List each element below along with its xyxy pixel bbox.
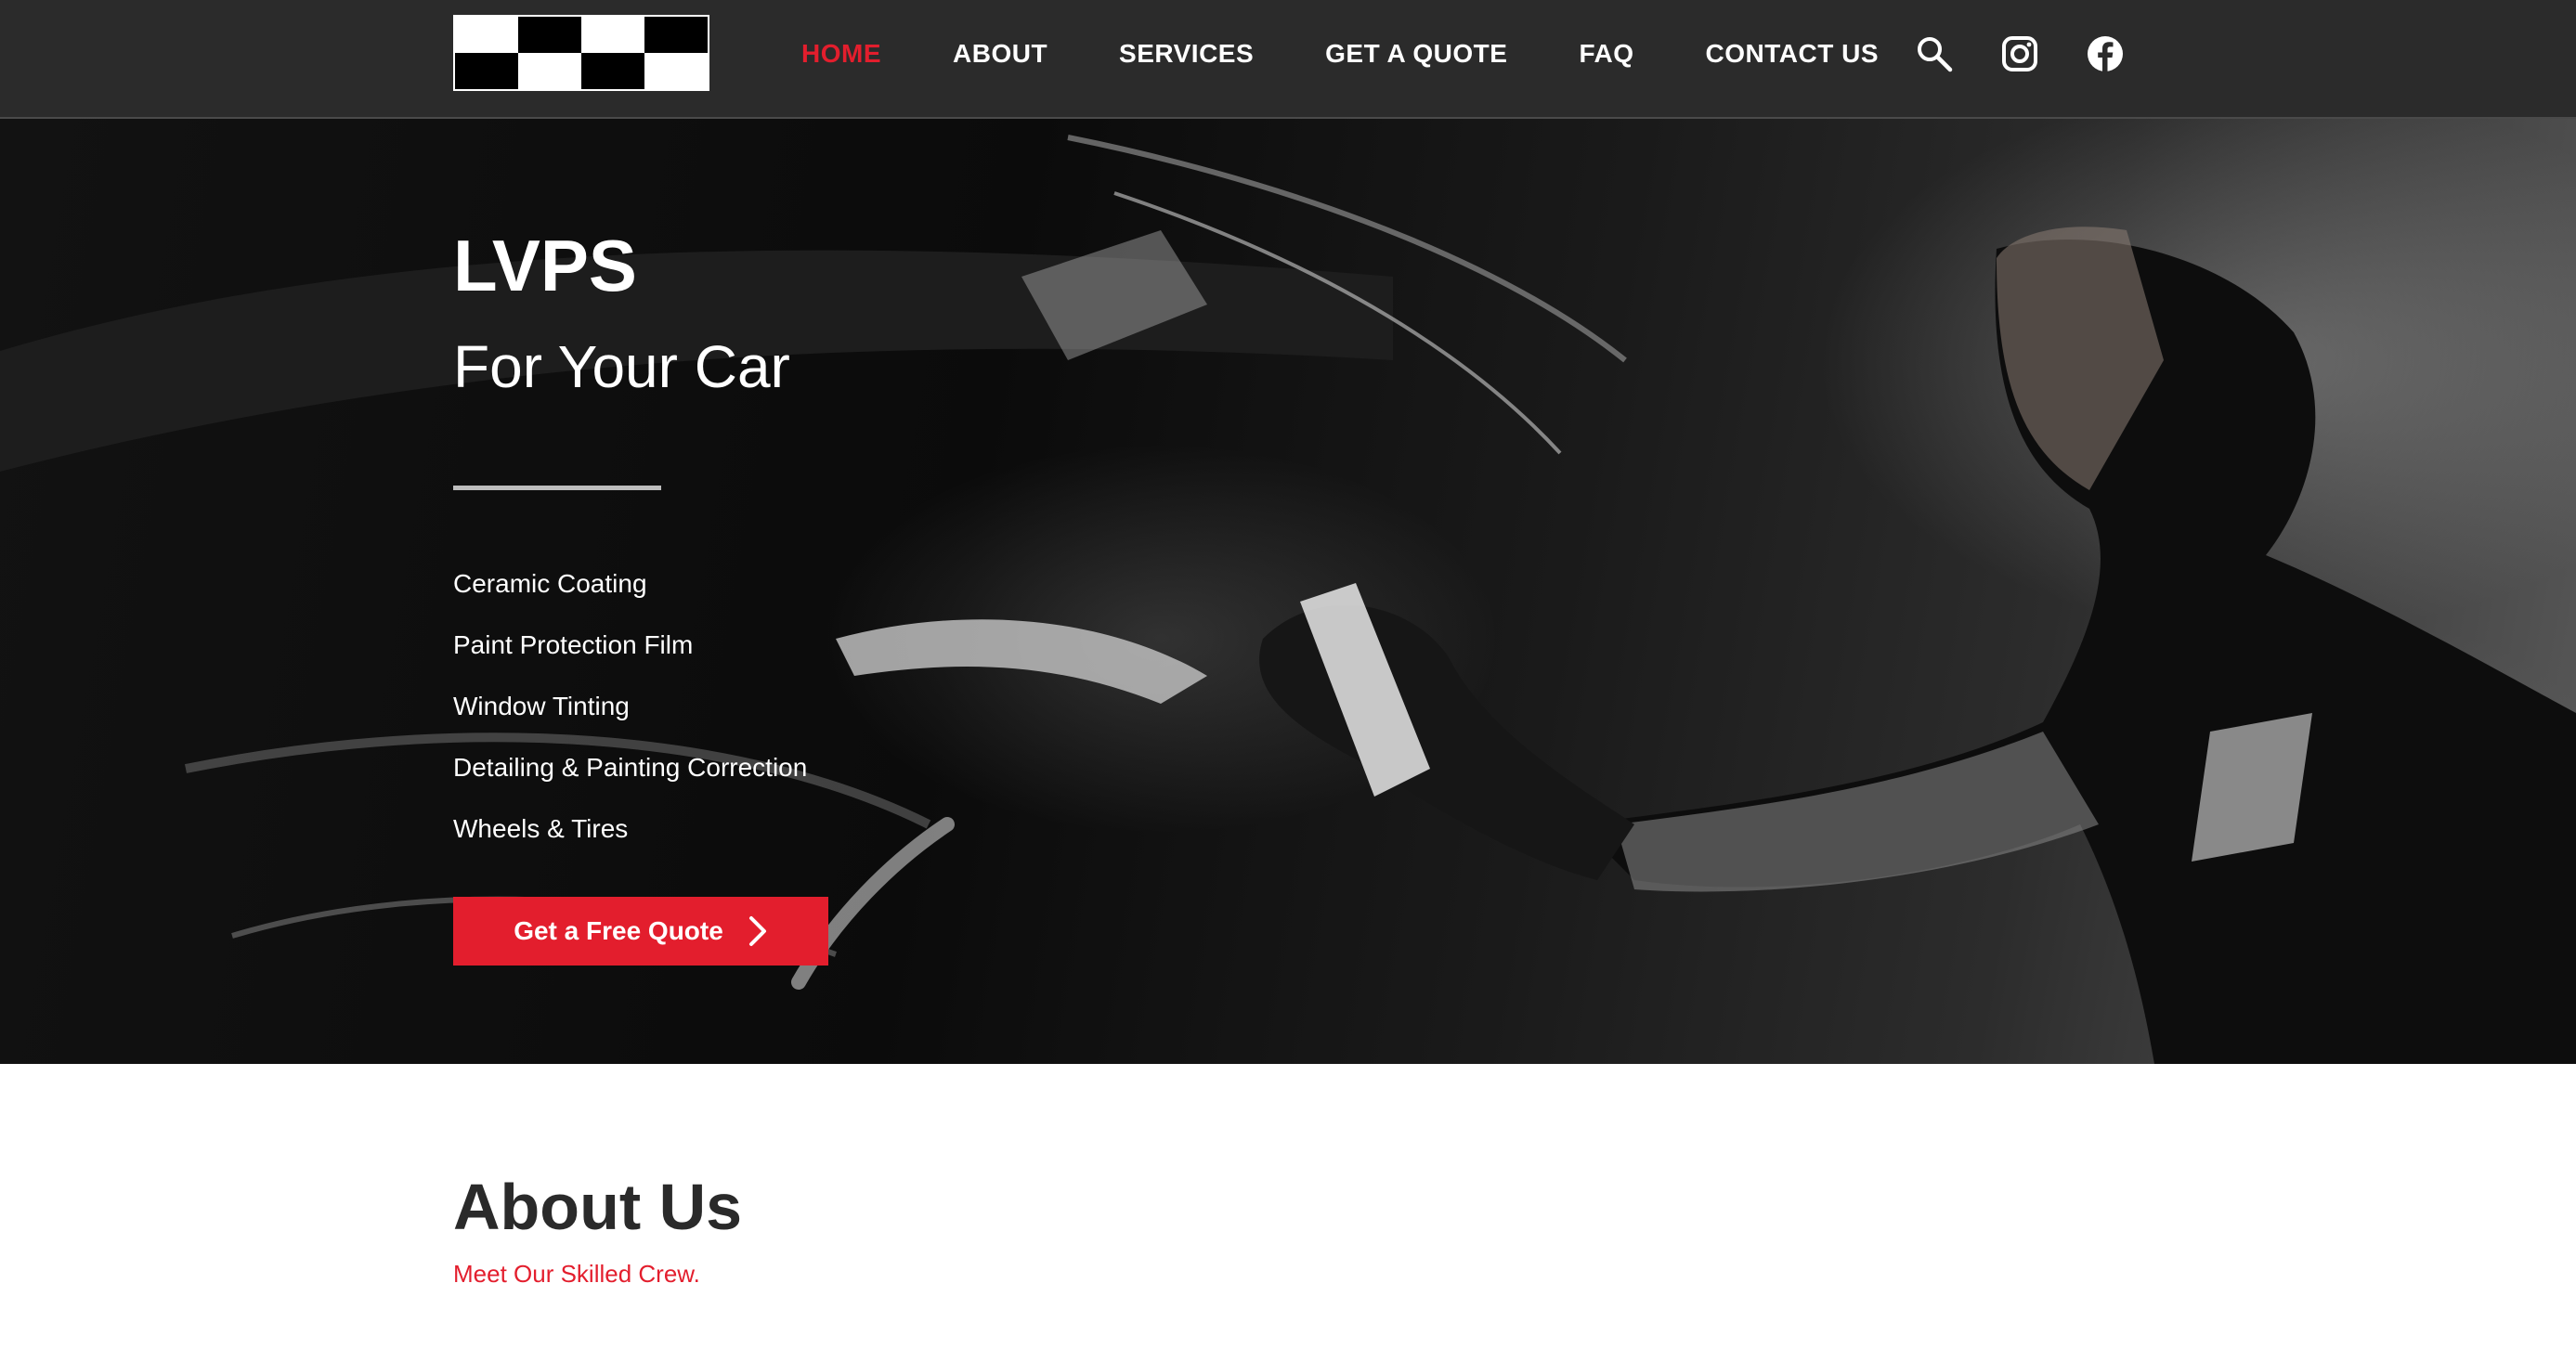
chevron-right-icon [748, 916, 766, 946]
hero-divider [453, 486, 661, 490]
hero-title: LVPS [453, 225, 637, 306]
site-header: HOME ABOUT SERVICES GET A QUOTE FAQ CONT… [0, 0, 2576, 119]
nav-services[interactable]: SERVICES [1119, 39, 1254, 69]
about-section: About Us Meet Our Skilled Crew. [453, 1172, 742, 1289]
nav-about[interactable]: ABOUT [953, 39, 1047, 69]
hero-subtitle: For Your Car [453, 333, 790, 400]
get-free-quote-button[interactable]: Get a Free Quote [453, 897, 828, 966]
service-window-tinting[interactable]: Window Tinting [453, 676, 807, 737]
checkered-logo[interactable] [453, 15, 709, 91]
instagram-icon[interactable] [2000, 34, 2039, 73]
header-icons [1915, 32, 2125, 76]
service-detailing[interactable]: Detailing & Painting Correction [453, 737, 807, 798]
cta-label: Get a Free Quote [514, 916, 723, 945]
service-paint-protection-film[interactable]: Paint Protection Film [453, 615, 807, 676]
nav-get-a-quote[interactable]: GET A QUOTE [1325, 39, 1507, 69]
nav-contact-us[interactable]: CONTACT US [1706, 39, 1879, 69]
services-list: Ceramic Coating Paint Protection Film Wi… [453, 553, 807, 860]
about-title: About Us [453, 1171, 743, 1243]
nav-faq[interactable]: FAQ [1579, 39, 1633, 69]
nav-home[interactable]: HOME [801, 39, 881, 69]
service-ceramic-coating[interactable]: Ceramic Coating [453, 553, 807, 615]
hero-content: LVPS For Your Car Ceramic Coating Paint … [453, 119, 1289, 1064]
service-wheels-tires[interactable]: Wheels & Tires [453, 798, 807, 860]
hero-section: LVPS For Your Car Ceramic Coating Paint … [0, 119, 2576, 1064]
search-icon[interactable] [1915, 34, 1954, 73]
about-tagline: Meet Our Skilled Crew. [453, 1260, 700, 1288]
facebook-icon[interactable] [2086, 34, 2125, 73]
main-nav: HOME ABOUT SERVICES GET A QUOTE FAQ CONT… [801, 0, 1950, 108]
